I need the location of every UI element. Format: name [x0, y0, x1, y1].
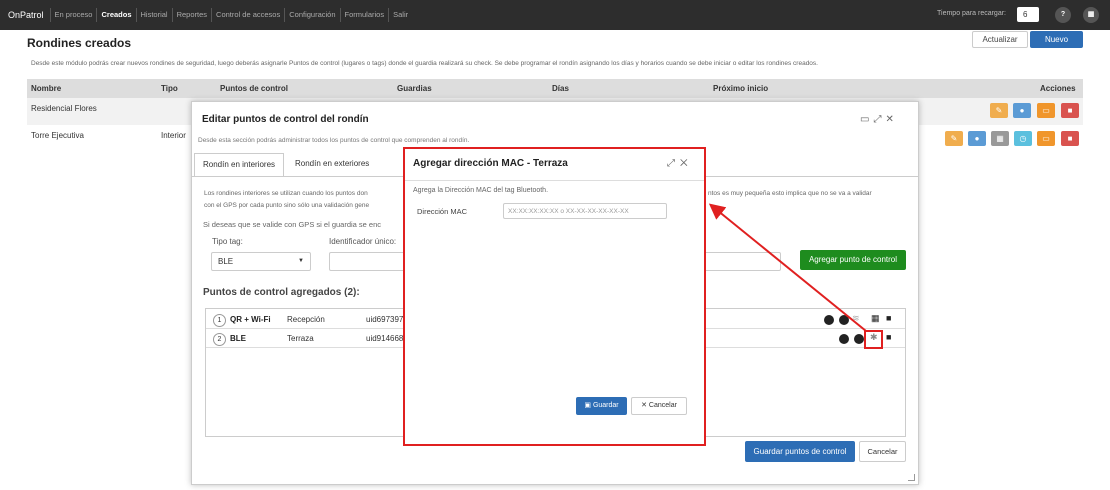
annotation-arrow — [708, 203, 867, 332]
